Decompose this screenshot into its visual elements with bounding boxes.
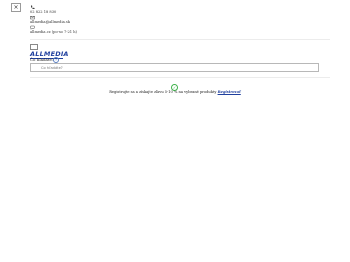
close-button[interactable]: × [11, 3, 21, 12]
contact-info: 02 822 18 830 allmedia@allmedia.sk allme… [30, 4, 77, 35]
search-label: Čo hľadáte? [30, 57, 55, 62]
promo-text: Registrujte sa a získajte zľavu 5-10 % n… [109, 90, 217, 94]
register-link[interactable]: Registrovať [218, 90, 241, 94]
promo-banner: Registrujte sa a získajte zľavu 5-10 % n… [0, 90, 350, 94]
divider [30, 39, 330, 40]
email-link[interactable]: allmedia@allmedia.sk [30, 20, 77, 24]
phone-number[interactable]: 02 822 18 830 [30, 10, 77, 14]
divider [30, 77, 330, 78]
search-input[interactable] [30, 63, 319, 72]
chat-hours: allmedia.cz (po-so 7-21 h) [30, 30, 77, 35]
